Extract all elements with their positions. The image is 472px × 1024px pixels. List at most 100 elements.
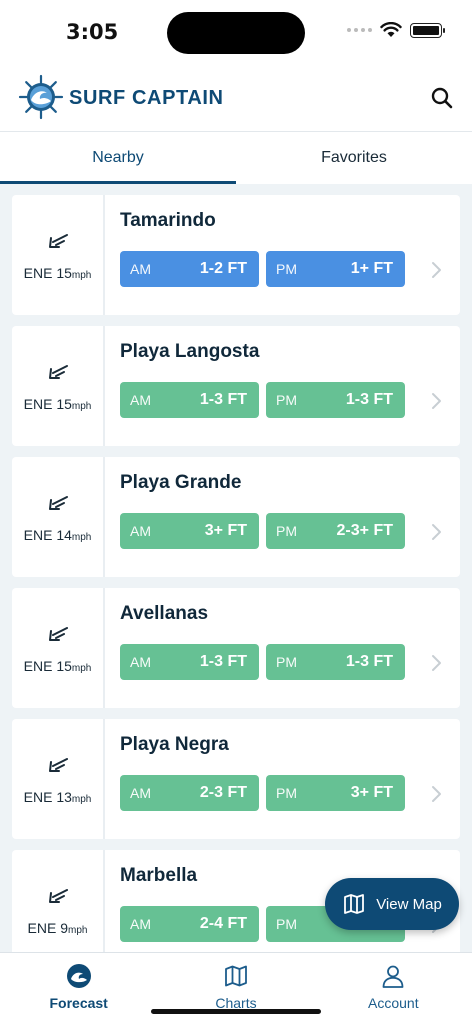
pm-wave-height: 1+ FT — [350, 260, 393, 277]
wind-unit: mph — [71, 794, 92, 805]
view-map-button[interactable]: View Map — [325, 878, 459, 930]
am-label: AM — [130, 916, 151, 932]
am-wave-height: 2-4 FT — [199, 915, 247, 932]
wind-speed: 9 — [60, 920, 69, 936]
chevron-right-icon[interactable] — [430, 523, 442, 541]
forecast-pills: AM 1-2 FT PM 1+ FT — [120, 251, 460, 287]
wind-direction: ENE — [23, 527, 53, 543]
am-forecast: AM 3+ FT — [120, 513, 259, 549]
wind-speed: 14 — [56, 527, 72, 543]
tab-bar: Nearby Favorites — [0, 132, 472, 184]
am-wave-height: 3+ FT — [204, 522, 247, 539]
wind-speed: 15 — [56, 658, 72, 674]
pm-wave-height: 1-3 FT — [345, 653, 393, 670]
wind-speed: 15 — [56, 265, 72, 281]
pm-wave-height: 3+ FT — [350, 784, 393, 801]
wind-reading: ENE 15mph — [24, 265, 92, 281]
am-forecast: AM 1-3 FT — [120, 382, 259, 418]
spot-list[interactable]: ENE 15mph Tamarindo AM 1-2 FT PM 1+ FT ENE 15m… — [0, 184, 472, 952]
spot-info: Playa Langosta AM 1-3 FT PM 1-3 FT — [105, 326, 460, 446]
status-time: 3:05 — [66, 20, 119, 44]
wind-info: ENE 9mph — [12, 850, 105, 952]
pm-label: PM — [276, 392, 297, 408]
wind-arrow-icon — [48, 365, 68, 379]
pm-forecast: PM 2-3+ FT — [266, 513, 405, 549]
am-wave-height: 2-3 FT — [199, 784, 247, 801]
nav-forecast[interactable]: Forecast — [0, 953, 157, 1024]
spot-card[interactable]: ENE 13mph Playa Negra AM 2-3 FT PM 3+ FT — [12, 719, 460, 839]
wind-direction: ENE — [23, 789, 53, 805]
spot-name: Playa Negra — [120, 734, 229, 755]
wind-direction: ENE — [23, 658, 53, 674]
wind-info: ENE 14mph — [12, 457, 105, 577]
chevron-right-icon[interactable] — [430, 261, 442, 279]
wind-speed: 13 — [56, 789, 72, 805]
battery-icon — [410, 22, 445, 38]
wave-icon — [66, 964, 91, 988]
wind-arrow-icon — [48, 234, 68, 248]
status-bar: 3:05 — [0, 0, 472, 64]
map-icon — [225, 965, 247, 987]
spot-name: Avellanas — [120, 603, 209, 624]
spot-name: Tamarindo — [120, 210, 216, 231]
wind-direction: ENE — [23, 265, 53, 281]
search-icon[interactable] — [428, 84, 456, 112]
brand-name: SURF CAPTAIN — [69, 87, 224, 109]
signal-icon — [347, 28, 372, 32]
wind-arrow-icon — [48, 758, 68, 772]
nav-account-label: Account — [368, 995, 419, 1011]
pm-forecast: PM 3+ FT — [266, 775, 405, 811]
chevron-right-icon[interactable] — [430, 392, 442, 410]
wind-info: ENE 15mph — [12, 195, 105, 315]
pm-label: PM — [276, 523, 297, 539]
spot-name: Playa Grande — [120, 472, 242, 493]
tab-nearby[interactable]: Nearby — [0, 132, 236, 184]
dynamic-island — [167, 12, 305, 54]
wind-unit: mph — [68, 925, 88, 936]
wind-info: ENE 13mph — [12, 719, 105, 839]
pm-label: PM — [276, 654, 297, 670]
am-forecast: AM 2-3 FT — [120, 775, 259, 811]
wind-speed: 15 — [56, 396, 72, 412]
nav-account[interactable]: Account — [315, 953, 472, 1024]
am-wave-height: 1-3 FT — [199, 391, 247, 408]
wind-direction: ENE — [27, 920, 57, 936]
pm-label: PM — [276, 261, 297, 277]
forecast-pills: AM 3+ FT PM 2-3+ FT — [120, 513, 460, 549]
wind-unit: mph — [71, 401, 92, 412]
spot-card[interactable]: ENE 15mph Tamarindo AM 1-2 FT PM 1+ FT — [12, 195, 460, 315]
forecast-pills: AM 1-3 FT PM 1-3 FT — [120, 644, 460, 680]
am-label: AM — [130, 785, 151, 801]
wind-unit: mph — [71, 663, 92, 674]
spot-info: Avellanas AM 1-3 FT PM 1-3 FT — [105, 588, 460, 708]
spot-card[interactable]: ENE 14mph Playa Grande AM 3+ FT PM 2-3+ FT — [12, 457, 460, 577]
chevron-right-icon[interactable] — [430, 785, 442, 803]
app-header: SURF CAPTAIN — [0, 64, 472, 132]
wind-arrow-icon — [48, 496, 68, 510]
am-forecast: AM 1-2 FT — [120, 251, 259, 287]
spot-card[interactable]: ENE 15mph Avellanas AM 1-3 FT PM 1-3 FT — [12, 588, 460, 708]
wind-info: ENE 15mph — [12, 588, 105, 708]
pm-label: PM — [276, 785, 297, 801]
am-forecast: AM 2-4 FT — [120, 906, 259, 942]
nav-forecast-label: Forecast — [49, 995, 108, 1011]
tab-favorites[interactable]: Favorites — [236, 132, 472, 184]
wind-arrow-icon — [48, 889, 68, 903]
am-label: AM — [130, 392, 151, 408]
wind-direction: ENE — [23, 396, 53, 412]
wind-unit: mph — [71, 270, 92, 281]
am-wave-height: 1-3 FT — [199, 653, 247, 670]
wind-reading: ENE 14mph — [24, 527, 92, 543]
pm-forecast: PM 1-3 FT — [266, 382, 405, 418]
chevron-right-icon[interactable] — [430, 654, 442, 672]
spot-card[interactable]: ENE 15mph Playa Langosta AM 1-3 FT PM 1-3 FT — [12, 326, 460, 446]
spot-info: Playa Negra AM 2-3 FT PM 3+ FT — [105, 719, 460, 839]
map-icon — [344, 894, 365, 914]
view-map-label: View Map — [376, 895, 442, 913]
wind-reading: ENE 9mph — [28, 920, 88, 936]
wind-reading: ENE 15mph — [24, 658, 92, 674]
pm-forecast: PM 1+ FT — [266, 251, 405, 287]
forecast-pills: AM 2-3 FT PM 3+ FT — [120, 775, 460, 811]
spot-name: Playa Langosta — [120, 341, 260, 362]
pm-forecast: PM 1-3 FT — [266, 644, 405, 680]
